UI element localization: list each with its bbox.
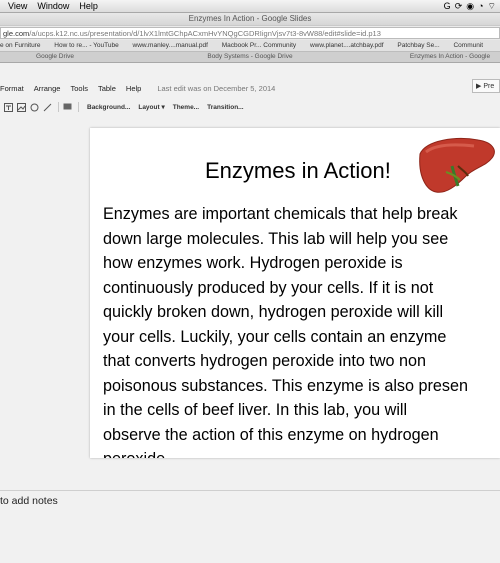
timer-icon[interactable]: ◔ <box>478 1 483 11</box>
slide-body-text[interactable]: Enzymes are important chemicals that hel… <box>103 202 500 458</box>
tab-google-drive[interactable]: Google Drive <box>0 52 110 62</box>
layout-button[interactable]: Layout ▾ <box>138 103 164 111</box>
menu-help-app[interactable]: Help <box>126 84 141 93</box>
browser-tabs: Google Drive Body Systems - Google Drive… <box>0 52 500 63</box>
menu-arrange[interactable]: Arrange <box>34 84 61 93</box>
slide-canvas[interactable]: Enzymes in Action! Enzymes are important… <box>90 128 500 458</box>
slides-app: Format Arrange Tools Table Help Last edi… <box>0 63 500 563</box>
url-path: /a/ucps.k12.nc.us/presentation/d/1lvX1lm… <box>29 29 381 38</box>
menu-tools[interactable]: Tools <box>70 84 88 93</box>
bookmark-item[interactable]: Communit <box>453 42 483 49</box>
menu-window[interactable]: Window <box>37 1 69 11</box>
last-edit-link[interactable]: Last edit was on December 5, 2014 <box>157 84 275 93</box>
notes-divider <box>0 490 500 491</box>
speaker-notes[interactable]: to add notes <box>0 483 500 563</box>
layout-label: Layout <box>138 104 160 111</box>
background-button[interactable]: Background... <box>87 104 130 111</box>
status-icons: G ⟳ ◉ ◔ ⌔ <box>444 0 496 12</box>
menu-format[interactable]: Format <box>0 84 24 93</box>
record-icon[interactable]: ◉ <box>466 1 474 12</box>
menu-help[interactable]: Help <box>79 1 98 11</box>
transition-button[interactable]: Transition... <box>207 104 243 111</box>
wifi-icon[interactable]: ⌔ <box>488 1 496 12</box>
chevron-down-icon: ▾ <box>161 104 165 111</box>
shape-icon[interactable] <box>30 103 39 112</box>
notes-placeholder[interactable]: to add notes <box>0 495 58 507</box>
liver-image[interactable] <box>416 136 498 198</box>
tab-enzymes[interactable]: Enzymes In Action - Google <box>400 52 500 62</box>
window-title: Enzymes In Action - Google Slides <box>0 13 500 25</box>
line-icon[interactable] <box>43 103 52 112</box>
present-button[interactable]: ▶ Pre <box>472 79 500 93</box>
app-menu-bar: Format Arrange Tools Table Help Last edi… <box>0 81 275 95</box>
toolbar-divider <box>78 102 79 112</box>
g-icon[interactable]: G <box>444 1 451 11</box>
bookmarks-bar: e on Furniture How to re... - YouTube ww… <box>0 40 500 52</box>
image-icon[interactable] <box>17 102 26 112</box>
present-label: Pre <box>483 83 495 90</box>
comment-icon[interactable] <box>63 103 72 112</box>
bookmark-item[interactable]: www.manley....manual.pdf <box>133 42 208 49</box>
play-icon: ▶ <box>476 83 482 90</box>
menu-table[interactable]: Table <box>98 84 116 93</box>
tab-body-systems[interactable]: Body Systems - Google Drive <box>175 52 325 62</box>
theme-button[interactable]: Theme... <box>173 104 199 111</box>
text-box-icon[interactable] <box>4 102 13 112</box>
toolbar: Background... Layout ▾ Theme... Transiti… <box>0 100 500 114</box>
address-bar: gle.com/a/ucps.k12.nc.us/presentation/d/… <box>0 25 500 40</box>
bookmark-item[interactable]: www.planet....atchbay.pdf <box>310 42 384 49</box>
toolbar-divider <box>58 102 59 112</box>
menu-view[interactable]: View <box>8 1 27 11</box>
url-field[interactable]: gle.com/a/ucps.k12.nc.us/presentation/d/… <box>0 27 500 39</box>
sync-icon[interactable]: ⟳ <box>455 1 463 12</box>
os-menu-bar: View Window Help G ⟳ ◉ ◔ ⌔ <box>0 0 500 13</box>
bookmark-item[interactable]: e on Furniture <box>0 42 40 49</box>
url-host: gle.com <box>3 29 30 38</box>
bookmark-item[interactable]: How to re... - YouTube <box>54 42 118 49</box>
bookmark-item[interactable]: Patchbay Se... <box>397 42 439 49</box>
bookmark-item[interactable]: Macbook Pr... Community <box>222 42 296 49</box>
slide-title[interactable]: Enzymes in Action! <box>205 158 391 184</box>
